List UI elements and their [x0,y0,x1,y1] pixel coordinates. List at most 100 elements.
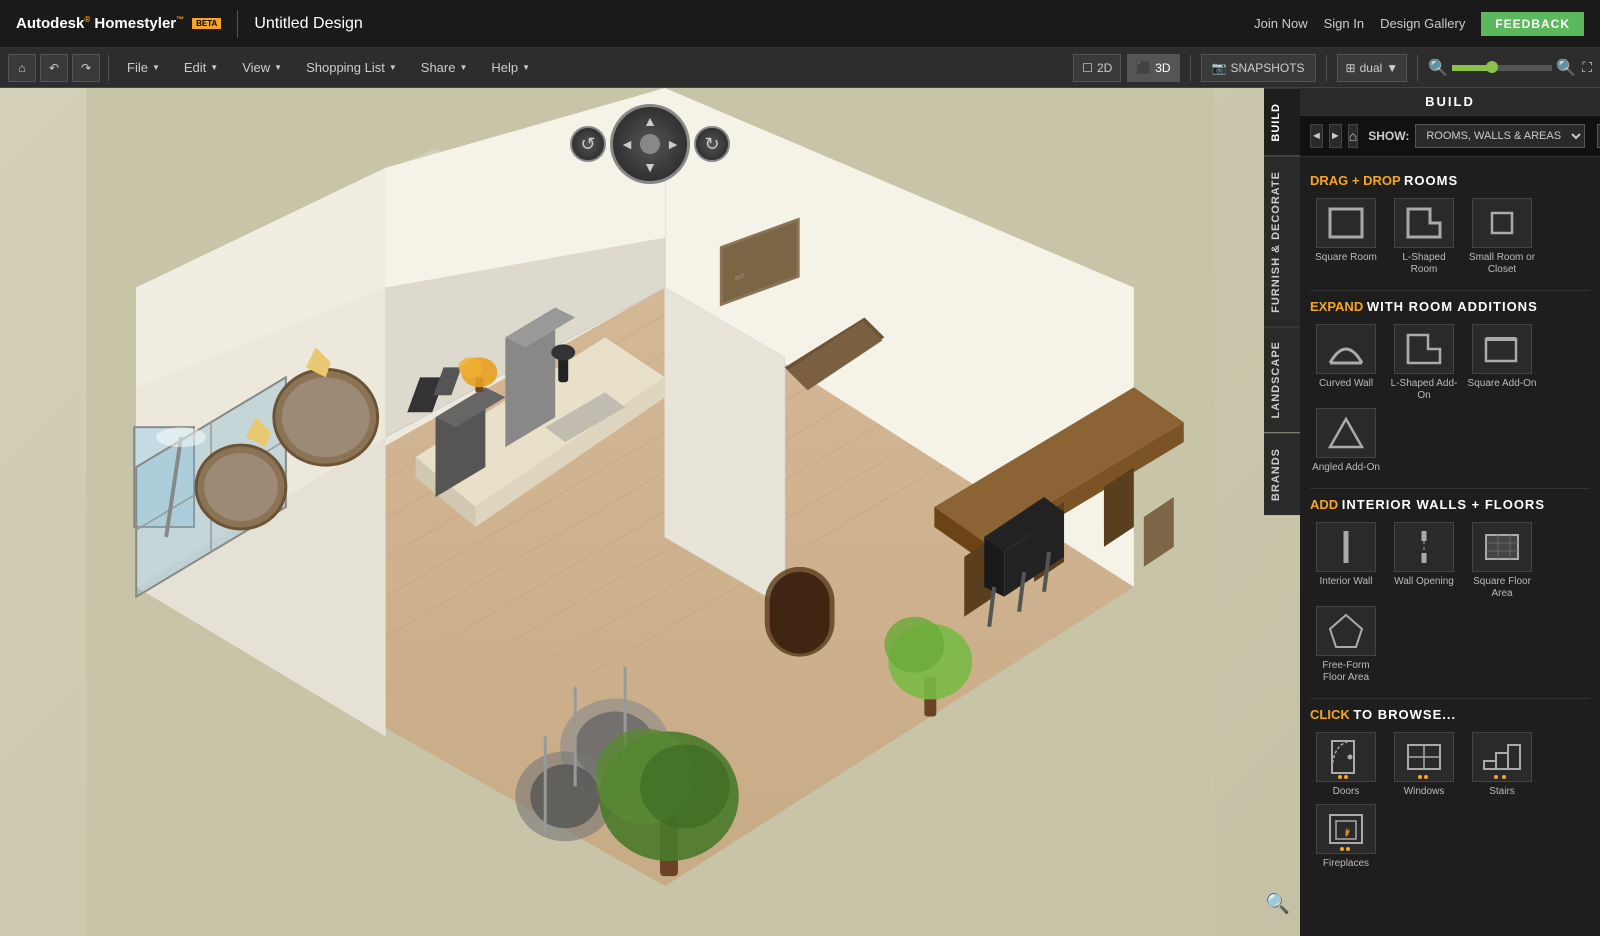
room-svg: art [0,88,1300,936]
view-3d-btn[interactable]: ⬛ 3D [1127,54,1179,82]
design-gallery-link[interactable]: Design Gallery [1380,16,1465,31]
design-title: Untitled Design [254,15,363,33]
fireplaces-item[interactable]: Fireplaces [1310,804,1382,870]
fireplaces-icon [1316,804,1376,854]
room-additions-title: EXPAND WITH ROOM ADDITIONS [1310,299,1590,314]
side-tabs: BUILD FURNISH & DECORATE LANDSCAPE BRAND… [1264,88,1300,515]
redo-btn[interactable]: ↷ [72,54,100,82]
zoom-thumb[interactable] [1486,61,1498,73]
l-shaped-addon-icon [1394,324,1454,374]
panel-home-btn[interactable]: ⌂ [1348,124,1358,148]
zoom-out-btn[interactable]: 🔍 [1428,58,1448,78]
pan-up-btn[interactable]: ▲ [640,111,660,131]
room-additions-grid: Curved Wall L-Shaped Add-On [1310,324,1590,474]
nav-controls: ↺ ▲ ▼ ◄ ► ↻ [570,104,730,184]
small-room-item[interactable]: Small Room or Closet [1466,198,1538,276]
windows-icon [1394,732,1454,782]
view-menu[interactable]: View ▼ [232,54,292,82]
edit-menu[interactable]: Edit ▼ [174,54,228,82]
l-shaped-room-item[interactable]: L-Shaped Room [1388,198,1460,276]
drag-rooms-title: DRAG + DROP ROOMS [1310,173,1590,188]
furnish-decorate-tab[interactable]: FURNISH & DECORATE [1264,156,1300,327]
snapshots-btn[interactable]: 📷 SNAPSHOTS [1201,54,1316,82]
3d-canvas[interactable]: art [0,88,1300,936]
undo-btn[interactable]: ↶ [40,54,68,82]
angled-addon-label: Angled Add-On [1312,462,1380,474]
browse-grid: Doors Windows [1310,732,1590,870]
nav-center-btn[interactable] [640,134,660,154]
free-form-floor-item[interactable]: Free-Form Floor Area [1310,606,1382,684]
l-shaped-room-icon [1394,198,1454,248]
beta-badge: BETA [192,18,221,29]
l-shaped-room-label: L-Shaped Room [1388,252,1460,276]
panel-back-btn[interactable]: ◄ [1310,124,1323,148]
wall-opening-item[interactable]: Wall Opening [1388,522,1460,600]
fullscreen-btn[interactable]: ⛶ [1582,59,1592,76]
stairs-item[interactable]: Stairs [1466,732,1538,798]
landscape-tab[interactable]: LANDSCAPE [1264,326,1300,432]
dual-icon: ⊞ [1346,61,1356,75]
interior-wall-item[interactable]: Interior Wall [1310,522,1382,600]
build-tab-label: BUILD [1300,88,1600,116]
canvas-area[interactable]: art [0,88,1300,936]
curved-wall-icon [1316,324,1376,374]
join-now-link[interactable]: Join Now [1254,16,1307,31]
square-room-label: Square Room [1315,252,1377,264]
sign-in-link[interactable]: Sign In [1324,16,1364,31]
angled-addon-item[interactable]: Angled Add-On [1310,408,1382,474]
fireplaces-label: Fireplaces [1323,858,1369,870]
pan-right-btn[interactable]: ► [663,134,683,154]
home-icon-btn[interactable]: ⌂ [8,54,36,82]
section-separator-2 [1310,488,1590,489]
windows-label: Windows [1404,786,1445,798]
right-panel: BUILD ◄ ► ⌂ SHOW: ROOMS, WALLS & AREAS F… [1300,88,1600,936]
interior-wall-label: Interior Wall [1320,576,1373,588]
3d-icon: ⬛ [1136,61,1151,75]
wall-opening-label: Wall Opening [1394,576,1454,588]
doors-item[interactable]: Doors [1310,732,1382,798]
square-floor-label: Square Floor Area [1466,576,1538,600]
windows-item[interactable]: Windows [1388,732,1460,798]
angled-addon-icon [1316,408,1376,458]
stairs-label: Stairs [1489,786,1515,798]
rotate-right-btn[interactable]: ↻ [694,126,730,162]
help-menu[interactable]: Help ▼ [481,54,540,82]
square-floor-item[interactable]: Square Floor Area [1466,522,1538,600]
free-form-floor-label: Free-Form Floor Area [1310,660,1382,684]
top-right-nav: Join Now Sign In Design Gallery FEEDBACK [1254,12,1584,36]
curved-wall-item[interactable]: Curved Wall [1310,324,1382,402]
browse-title: CLICK TO BROWSE... [1310,707,1590,722]
build-tab[interactable]: BUILD [1264,88,1300,156]
panel-header: ◄ ► ⌂ SHOW: ROOMS, WALLS & AREAS FLOOR P… [1300,116,1600,157]
shopping-list-menu[interactable]: Shopping List ▼ [296,54,407,82]
panel-forward-btn[interactable]: ► [1329,124,1342,148]
directional-pad[interactable]: ▲ ▼ ◄ ► [610,104,690,184]
feedback-button[interactable]: FEEDBACK [1481,12,1584,36]
square-addon-icon [1472,324,1532,374]
pan-down-btn[interactable]: ▼ [640,157,660,177]
dual-view-btn[interactable]: ⊞ dual ▼ [1337,54,1408,82]
square-room-icon [1316,198,1376,248]
drag-rooms-grid: Square Room L-Shaped Room [1310,198,1590,276]
zoom-slider[interactable] [1452,65,1552,71]
l-shaped-addon-item[interactable]: L-Shaped Add-On [1388,324,1460,402]
square-room-item[interactable]: Square Room [1310,198,1382,276]
toolbar: ⌂ ↶ ↷ File ▼ Edit ▼ View ▼ Shopping List… [0,48,1600,88]
doors-label: Doors [1333,786,1360,798]
show-dropdown[interactable]: ROOMS, WALLS & AREAS FLOOR PLAN 3D VIEW [1415,124,1585,148]
view-2d-btn[interactable]: ☐ 2D [1073,54,1121,82]
zoom-in-btn[interactable]: 🔍 [1556,58,1576,78]
interior-walls-title: ADD INTERIOR WALLS + FLOORS [1310,497,1590,512]
brands-tab[interactable]: BRANDS [1264,433,1300,515]
curved-wall-label: Curved Wall [1319,378,1373,390]
magnify-icon[interactable]: 🔍 [1265,891,1290,916]
pan-left-btn[interactable]: ◄ [617,134,637,154]
doors-icon [1316,732,1376,782]
wall-opening-icon [1394,522,1454,572]
square-addon-item[interactable]: Square Add-On [1466,324,1538,402]
share-menu[interactable]: Share ▼ [411,54,478,82]
file-menu[interactable]: File ▼ [117,54,170,82]
toolbar-separator-2 [1190,55,1191,81]
show-label: SHOW: [1368,129,1409,143]
rotate-left-btn[interactable]: ↺ [570,126,606,162]
